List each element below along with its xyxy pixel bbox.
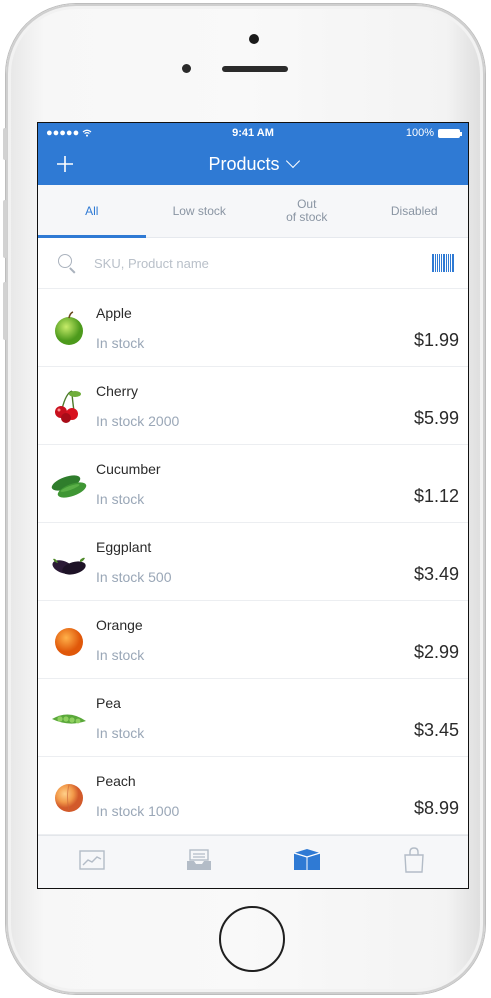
product-name: Pea [96,695,121,711]
products-title-dropdown[interactable]: Products [38,153,468,175]
barcode-bar [441,254,443,272]
app-screen: ●●●●● 9:41 AM 100% Products All Low stock… [37,122,469,889]
stock-status: In stock [96,647,145,663]
status-bar: ●●●●● 9:41 AM 100% [38,123,468,143]
product-row[interactable]: Cherry In stock 2000 $5.99 [38,367,468,445]
stock-status: In stock [96,491,145,507]
product-price: $1.99 [413,330,459,350]
stock-status: In stock [96,335,145,351]
status-time: 9:41 AM [232,127,274,139]
barcode-bar [450,254,452,272]
apple-thumbnail [50,309,88,347]
tabbar-shopping-bag-button[interactable] [361,836,469,888]
page-title: Products [208,154,280,174]
volume-up-button [3,200,7,258]
orange-thumbnail [50,621,88,659]
stock-status: In stock 1000 [96,803,180,819]
product-row[interactable]: Cucumber In stock $1.12 [38,445,468,523]
product-name: Cucumber [96,461,161,477]
product-name: Eggplant [96,539,152,555]
pea-thumbnail [50,699,88,737]
tab-out-of-stock[interactable]: Out of stock [253,185,361,237]
volume-down-button [3,282,7,340]
product-price: $3.45 [413,720,459,740]
product-name: Cherry [96,383,139,399]
product-row[interactable]: Peach In stock 1000 $8.99 [38,757,468,835]
tab-all[interactable]: All [38,185,146,237]
battery-percent: 100% [405,127,434,139]
filter-tabs: All Low stock Out of stock Disabled [38,185,468,238]
product-row[interactable]: Orange In stock $2.99 [38,601,468,679]
product-price: $1.12 [413,486,459,506]
tabbar-orders-tray-button[interactable] [146,836,254,888]
tab-disabled[interactable]: Disabled [361,185,469,237]
barcode-bar [443,254,445,272]
home-button[interactable] [219,906,285,972]
battery-indicator: 100% [405,127,462,139]
cucumber-thumbnail [50,465,88,503]
front-camera [249,34,259,44]
search-input[interactable] [94,252,394,274]
cherry-thumbnail [50,387,88,425]
shopping-bag-icon [402,846,426,878]
products-box-icon [293,848,321,877]
barcode-bar [434,254,436,272]
peach-thumbnail [50,777,88,815]
product-row[interactable]: Apple In stock $1.99 [38,289,468,367]
search-icon [58,254,72,268]
chart-icon [79,849,105,875]
navigation-bar: Products [38,143,468,185]
barcode-icon[interactable] [432,254,454,272]
eggplant-thumbnail [50,543,88,581]
barcode-bar [445,254,447,272]
product-price: $5.99 [413,408,459,428]
mute-switch [3,128,7,160]
stock-status: In stock [96,725,145,741]
product-name: Orange [96,617,143,633]
product-price: $3.49 [413,564,459,584]
tab-low-stock[interactable]: Low stock [146,185,254,237]
barcode-bar [447,254,450,272]
bottom-tab-bar [38,835,468,888]
product-name: Peach [96,773,136,789]
proximity-sensor [182,64,191,73]
product-row[interactable]: Eggplant In stock 500 $3.49 [38,523,468,601]
chevron-down-icon [285,153,300,169]
product-price: $2.99 [413,642,459,662]
tabbar-chart-button[interactable] [38,836,146,888]
product-list: Apple In stock $1.99 Cherry In stock 2000 $5.… [38,289,468,835]
product-row[interactable]: Pea In stock $3.45 [38,679,468,757]
barcode-bar [432,254,434,272]
tabbar-products-box-button[interactable] [253,836,361,888]
product-price: $8.99 [413,798,459,818]
stock-status: In stock 2000 [96,413,180,429]
battery-icon [438,128,462,138]
stock-status: In stock 500 [96,569,172,585]
barcode-bar [452,254,454,272]
search-bar [38,238,468,289]
earpiece-speaker [222,66,288,72]
barcode-bar [439,254,441,272]
product-name: Apple [96,305,132,321]
barcode-bar [436,254,439,272]
orders-tray-icon [186,848,212,876]
